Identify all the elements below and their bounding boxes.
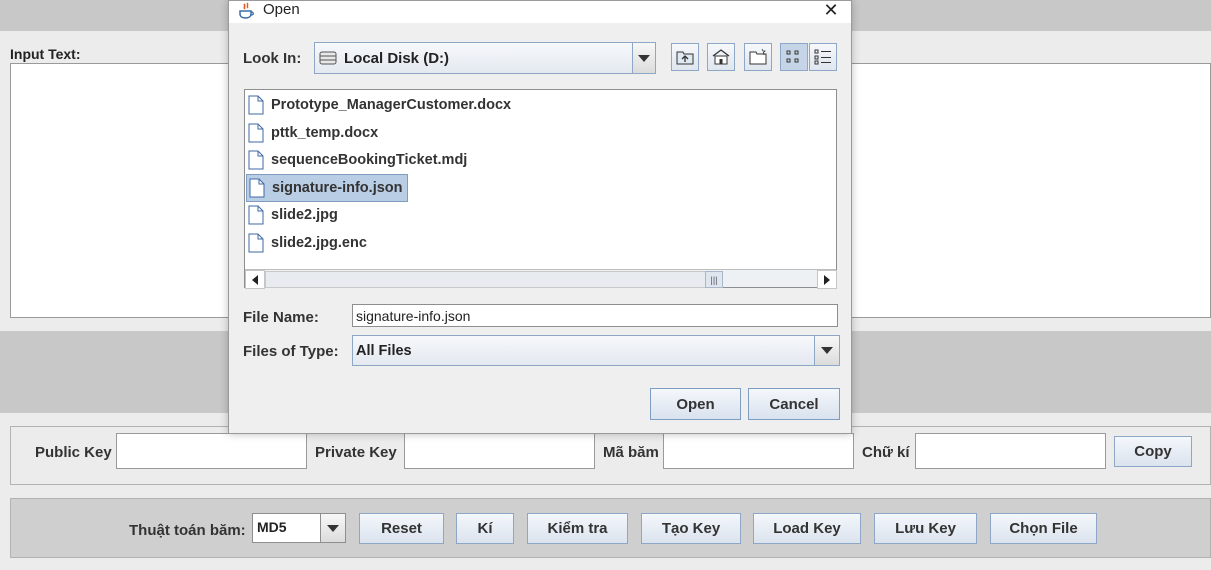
cancel-button[interactable]: Cancel <box>748 388 840 420</box>
home-icon <box>712 49 730 65</box>
open-button[interactable]: Open <box>650 388 741 420</box>
details-view-button[interactable] <box>809 43 837 71</box>
scroll-left-icon[interactable] <box>245 270 265 289</box>
input-text-label: Input Text: <box>10 46 81 62</box>
file-name: sequenceBookingTicket.mdj <box>271 152 468 168</box>
private-key-label: Private Key <box>315 444 397 461</box>
open-file-dialog: Open ✕ Look In: Local Disk (D:) Prototyp… <box>228 0 852 434</box>
signature-field[interactable] <box>915 433 1106 469</box>
dialog-titlebar: Open ✕ <box>229 0 851 23</box>
file-icon <box>248 205 264 225</box>
public-key-label: Public Key <box>35 444 112 461</box>
file-icon <box>248 150 264 170</box>
scrollbar-track[interactable] <box>265 271 723 288</box>
list-view-icon <box>786 50 799 63</box>
file-name: pttk_temp.docx <box>271 125 379 141</box>
dialog-title: Open <box>263 1 300 18</box>
file-item[interactable]: Prototype_ManagerCustomer.docx <box>248 92 511 118</box>
load-key-button[interactable]: Load Key <box>753 513 861 544</box>
close-icon[interactable]: ✕ <box>819 0 843 21</box>
chevron-down-icon[interactable] <box>632 43 655 73</box>
file-name: Prototype_ManagerCustomer.docx <box>271 97 512 113</box>
file-type-value: All Files <box>356 343 412 359</box>
file-type-select[interactable]: All Files <box>352 335 840 366</box>
java-icon <box>239 2 254 19</box>
file-item[interactable]: slide2.jpg.enc <box>248 230 367 256</box>
file-item[interactable]: slide2.jpg <box>248 202 338 228</box>
look-in-label: Look In: <box>243 50 302 67</box>
drive-icon <box>319 51 337 65</box>
file-name: slide2.jpg.enc <box>271 235 367 251</box>
file-item[interactable]: pttk_temp.docx <box>248 120 378 146</box>
list-view-button[interactable] <box>780 43 808 71</box>
look-in-select[interactable]: Local Disk (D:) <box>314 42 656 74</box>
hash-field[interactable] <box>663 433 854 469</box>
private-key-field[interactable] <box>404 433 595 469</box>
file-icon <box>249 178 265 198</box>
hash-algorithm-select[interactable]: MD5 <box>252 513 346 543</box>
file-icon <box>248 123 264 143</box>
scroll-right-icon[interactable] <box>817 270 837 289</box>
chevron-down-icon[interactable] <box>814 336 839 365</box>
create-key-button[interactable]: Tạo Key <box>641 513 741 544</box>
public-key-field[interactable] <box>116 433 307 469</box>
file-name-input[interactable] <box>352 304 838 327</box>
file-list[interactable]: Prototype_ManagerCustomer.docx pttk_temp… <box>244 89 837 289</box>
file-name: signature-info.json <box>272 180 403 196</box>
details-view-icon <box>814 49 831 65</box>
up-folder-icon <box>676 51 694 65</box>
file-type-label: Files of Type: <box>243 343 339 360</box>
sign-button[interactable]: Kí <box>456 513 514 544</box>
new-folder-button[interactable] <box>744 43 772 71</box>
up-folder-button[interactable] <box>671 43 699 71</box>
file-icon <box>248 233 264 253</box>
file-item[interactable]: sequenceBookingTicket.mdj <box>248 147 467 173</box>
reset-button[interactable]: Reset <box>359 513 444 544</box>
file-icon <box>248 95 264 115</box>
hash-algorithm-value: MD5 <box>257 519 287 535</box>
choose-file-button[interactable]: Chọn File <box>990 513 1097 544</box>
hash-algorithm-label: Thuật toán băm: <box>129 522 246 539</box>
verify-button[interactable]: Kiểm tra <box>527 513 628 544</box>
scrollbar-thumb[interactable]: ||| <box>705 271 723 288</box>
look-in-value: Local Disk (D:) <box>344 50 450 67</box>
chevron-down-icon[interactable] <box>320 514 345 542</box>
new-folder-icon <box>749 48 767 65</box>
file-name-label: File Name: <box>243 309 319 326</box>
horizontal-scrollbar[interactable]: ||| <box>245 269 837 289</box>
save-key-button[interactable]: Lưu Key <box>874 513 977 544</box>
home-button[interactable] <box>707 43 735 71</box>
copy-button[interactable]: Copy <box>1114 436 1192 467</box>
hash-label: Mã băm <box>603 444 659 461</box>
file-item-selected[interactable]: signature-info.json <box>246 174 408 202</box>
signature-label: Chữ kí <box>862 444 910 461</box>
file-name: slide2.jpg <box>271 207 338 223</box>
